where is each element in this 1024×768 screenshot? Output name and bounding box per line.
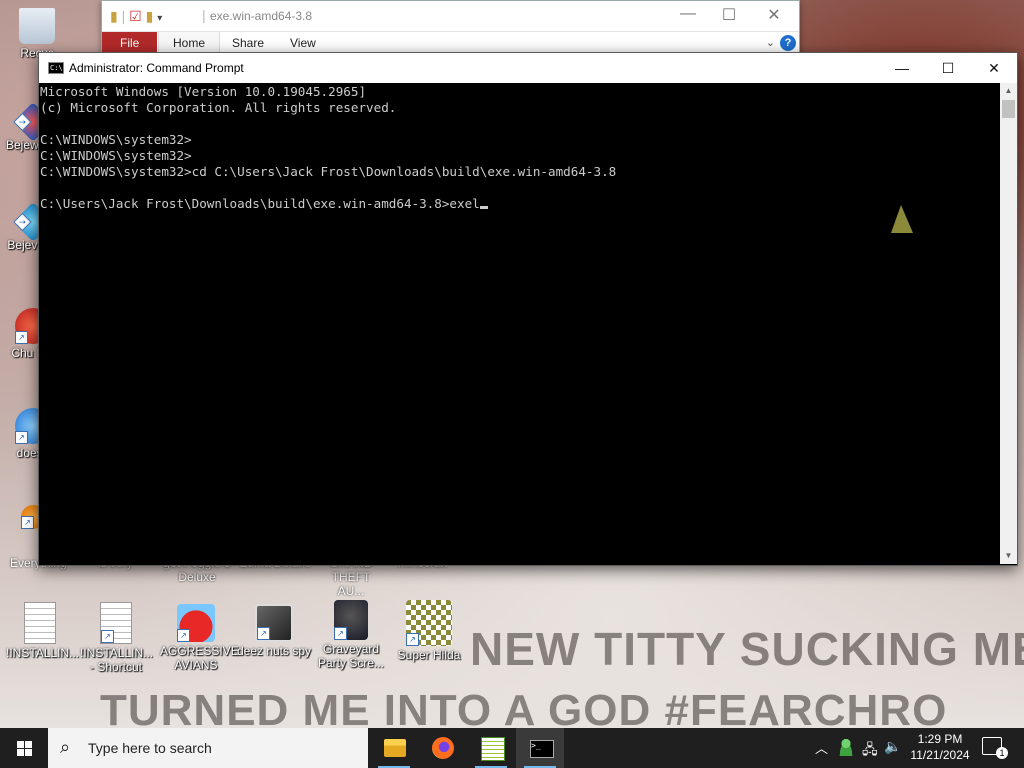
desktop-icon-installing-shortcut[interactable]: ↗ !INSTALLIN... - Shortcut (80, 602, 154, 674)
console-line: C:\WINDOWS\system32>cd C:\Users\Jack Fro… (40, 164, 617, 179)
desktop-icon-label: !INSTALLIN... - Shortcut (80, 646, 154, 674)
pixel-game-icon: ↗ (406, 600, 452, 646)
cmd-close-button[interactable]: ✕ (971, 53, 1017, 83)
text-file-shortcut-icon: ↗ (100, 602, 132, 644)
tray-user-icon[interactable] (838, 738, 854, 756)
explorer-close-button[interactable]: ✕ (754, 5, 794, 25)
wallpaper-caption: NEW TITTY SUCKING METHOD TURNED ME INTO … (0, 600, 1024, 728)
clock-date: 11/21/2024 (910, 748, 970, 762)
volume-icon[interactable]: 🔈 (884, 738, 901, 755)
search-icon: ⌕ (60, 737, 71, 757)
command-prompt-window[interactable]: C:\ Administrator: Command Prompt — ☐ ✕ … (38, 52, 1018, 566)
desktop-icon-super-hilda[interactable]: ↗ Super Hilda (396, 600, 462, 662)
text-cursor (479, 206, 488, 209)
text-file-icon (24, 602, 56, 644)
help-icon[interactable]: ? (780, 35, 796, 51)
properties-check-icon[interactable]: ☑ (129, 8, 142, 24)
desktop-icon-label: !INSTALLIN... (6, 646, 80, 660)
desktop-icon-graveyard-party[interactable]: ↗ Graveyard Party Scre... (316, 600, 386, 670)
console-line: Microsoft Windows [Version 10.0.19045.29… (40, 84, 367, 99)
cmd-title: Administrator: Command Prompt (69, 61, 244, 75)
search-placeholder: Type here to search (88, 740, 212, 756)
desktop-icon-aggressive-avians[interactable]: ↗ AGGRESSIVE AVIANS (160, 604, 239, 672)
taskbar-clock[interactable]: 1:29 PM 11/21/2024 (905, 731, 975, 763)
clock-time: 1:29 PM (917, 732, 963, 746)
explorer-minimize-button[interactable]: — (668, 5, 708, 23)
desktop-icon-label: Super Hilda (397, 648, 461, 662)
taskbar-file-explorer[interactable] (370, 728, 418, 768)
new-folder-icon[interactable]: ▮ (146, 8, 154, 24)
scroll-thumb[interactable] (1002, 100, 1015, 118)
stacked-windows-icon: ↗ (255, 604, 293, 642)
start-button[interactable] (0, 728, 48, 768)
network-icon[interactable]: 🖧 (862, 739, 878, 763)
scroll-up-arrow-icon[interactable]: ▲ (1000, 83, 1017, 99)
graveyard-icon: ↗ (334, 600, 368, 640)
cmd-minimize-button[interactable]: — (879, 53, 925, 83)
notepad-icon (481, 737, 505, 761)
explorer-titlebar[interactable]: ▮ | ☑ ▮ ▾ | exe.win-amd64-3.8 — ☐ ✕ (102, 1, 799, 31)
taskbar-search-box[interactable]: ⌕ Type here to search (48, 728, 368, 768)
wallpaper-line-1: NEW TITTY SUCKING METHOD (470, 623, 1024, 675)
chevron-down-icon[interactable]: ▾ (157, 13, 162, 24)
taskbar-firefox[interactable] (418, 728, 466, 768)
explorer-maximize-button[interactable]: ☐ (709, 5, 749, 25)
tray-overflow-chevron-icon[interactable]: ︿ (815, 738, 828, 757)
console-current-input[interactable]: C:\Users\Jack Frost\Downloads\build\exe.… (40, 196, 480, 211)
desktop-icon-label: Graveyard Party Scre... (317, 642, 385, 670)
quick-access-toolbar[interactable]: ▮ | ☑ ▮ ▾ (110, 8, 162, 25)
folder-icon (384, 739, 406, 757)
explorer-title: exe.win-amd64-3.8 (210, 9, 313, 23)
desktop-pet-tree-icon[interactable] (891, 205, 913, 233)
windows-logo-icon (17, 741, 32, 756)
firefox-icon (432, 737, 454, 759)
taskbar-notepad[interactable] (467, 728, 515, 768)
desktop-icon-label: AGGRESSIVE AVIANS (160, 644, 239, 672)
desktop-icon-installing[interactable]: !INSTALLIN... (6, 602, 79, 660)
folder-icon: ▮ (110, 8, 118, 24)
cmd-titlebar[interactable]: C:\ Administrator: Command Prompt — ☐ ✕ (39, 53, 1017, 83)
taskbar: ⌕ Type here to search >_ ︿ 🖧 🔈 1:29 PM 1… (0, 728, 1024, 768)
console-line: C:\WINDOWS\system32> (40, 148, 192, 163)
console-output[interactable]: Microsoft Windows [Version 10.0.19045.29… (39, 83, 1000, 563)
wallpaper-line-2: TURNED ME INTO A GOD #FEARCHRO (100, 686, 948, 728)
desktop-icon-deez-nuts-spy[interactable]: ↗ deez nuts spy (236, 604, 312, 658)
angry-bird-icon: ↗ (177, 604, 215, 642)
scroll-down-arrow-icon[interactable]: ▼ (1000, 548, 1017, 564)
file-explorer-window[interactable]: ▮ | ☑ ▮ ▾ | exe.win-amd64-3.8 — ☐ ✕ File… (101, 0, 800, 55)
cmd-scrollbar[interactable]: ▲ ▼ (1000, 83, 1017, 564)
cmd-app-icon[interactable]: C:\ (48, 62, 64, 74)
taskbar-command-prompt[interactable]: >_ (516, 728, 564, 768)
desktop-icon-label: deez nuts spy (236, 644, 312, 658)
ribbon-expand-icon[interactable]: ⌄ (766, 36, 775, 49)
cmd-maximize-button[interactable]: ☐ (925, 53, 971, 83)
console-line: C:\WINDOWS\system32> (40, 132, 192, 147)
notification-count-badge: 1 (996, 747, 1008, 759)
recycle-bin-icon (19, 8, 55, 44)
console-line: (c) Microsoft Corporation. All rights re… (40, 100, 397, 115)
terminal-icon: >_ (530, 740, 554, 758)
